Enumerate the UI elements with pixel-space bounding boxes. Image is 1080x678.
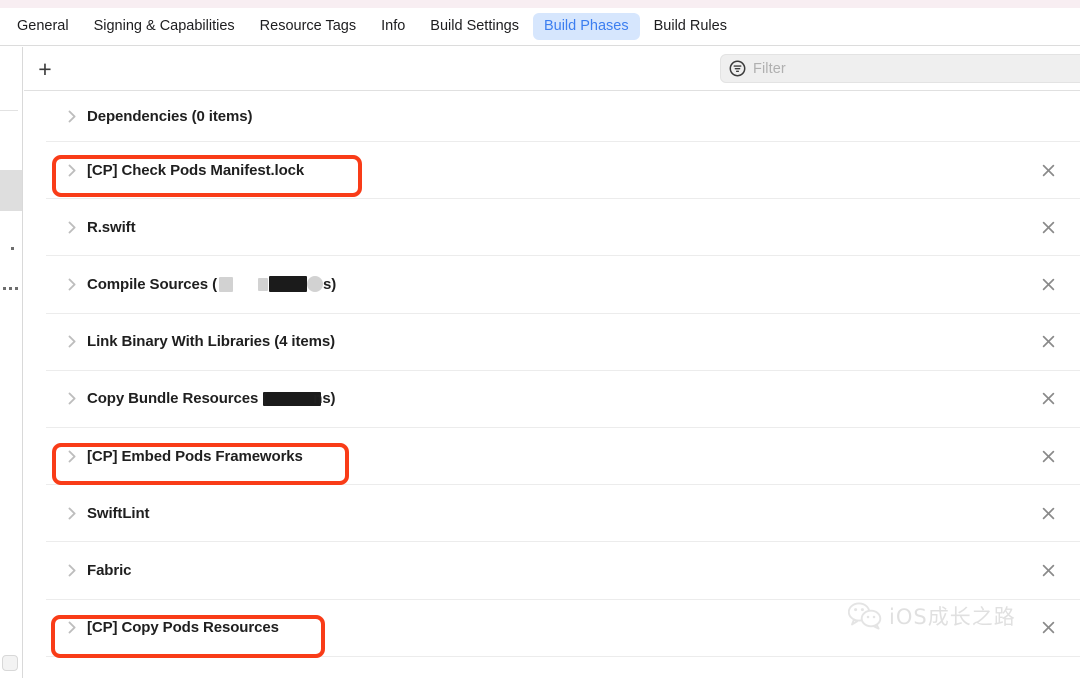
chevron-right-icon[interactable] [63, 450, 81, 463]
tab-info[interactable]: Info [370, 13, 416, 40]
target-editor-tabbar: General Signing & Capabilities Resource … [0, 8, 1080, 46]
project-navigator-gutter[interactable] [0, 47, 23, 678]
xcode-build-phases-screen: General Signing & Capabilities Resource … [0, 0, 1080, 678]
redaction-block [307, 276, 323, 293]
remove-phase-button[interactable] [1040, 448, 1056, 464]
phase-label: [CP] Copy Pods Resources [87, 619, 279, 637]
phase-label: Fabric [87, 561, 132, 579]
phase-row-swiftlint[interactable]: SwiftLint [46, 485, 1080, 543]
phase-label: Dependencies (0 items) [87, 107, 253, 125]
redaction-block [269, 276, 307, 293]
phase-label-suffix: ns) [313, 390, 336, 408]
navigator-text-fragment [11, 247, 14, 250]
chevron-right-icon[interactable] [63, 621, 81, 634]
redaction-block [219, 276, 233, 292]
phase-row-copy-bundle-resources[interactable]: Copy Bundle Resources ( ns) [46, 371, 1080, 428]
tab-signing-capabilities[interactable]: Signing & Capabilities [83, 13, 246, 40]
build-phases-pane: + Filter Dependencies (0 items) [CP] Che… [24, 47, 1080, 678]
redaction-block [258, 277, 268, 291]
filter-placeholder: Filter [753, 60, 786, 77]
remove-phase-button[interactable] [1040, 276, 1056, 292]
phase-row-copy-pods-resources[interactable]: [CP] Copy Pods Resources [46, 600, 1080, 657]
chevron-right-icon[interactable] [63, 564, 81, 577]
navigator-text-fragment [9, 287, 12, 290]
add-build-phase-button[interactable]: + [33, 57, 57, 81]
chevron-right-icon[interactable] [63, 164, 81, 177]
filter-field[interactable]: Filter [720, 54, 1080, 83]
phase-row-fabric[interactable]: Fabric [46, 542, 1080, 600]
phase-label: [CP] Embed Pods Frameworks [87, 447, 303, 465]
tab-build-settings[interactable]: Build Settings [419, 13, 530, 40]
window-chrome-strip [0, 0, 1080, 8]
tab-build-phases[interactable]: Build Phases [532, 13, 640, 40]
chevron-right-icon[interactable] [63, 278, 81, 291]
phase-label: Link Binary With Libraries (4 items) [87, 333, 335, 351]
filter-icon [729, 60, 746, 77]
phase-label: SwiftLint [87, 504, 150, 522]
chevron-right-icon[interactable] [63, 335, 81, 348]
navigator-selected-row[interactable] [0, 170, 22, 211]
remove-phase-button[interactable] [1040, 334, 1056, 350]
phase-label: R.swift [87, 218, 136, 236]
navigator-text-fragment [3, 287, 6, 290]
remove-phase-button[interactable] [1040, 620, 1056, 636]
chevron-right-icon[interactable] [63, 392, 81, 405]
chevron-right-icon[interactable] [63, 110, 81, 123]
phase-label: Compile Sources ( [87, 275, 217, 293]
navigator-text-fragment [15, 287, 18, 290]
remove-phase-button[interactable] [1040, 391, 1056, 407]
phase-label: [CP] Check Pods Manifest.lock [87, 161, 305, 179]
chevron-right-icon[interactable] [63, 507, 81, 520]
phase-row-check-pods-manifest-lock[interactable]: [CP] Check Pods Manifest.lock [46, 142, 1080, 200]
chevron-right-icon[interactable] [63, 221, 81, 234]
remove-phase-button[interactable] [1040, 562, 1056, 578]
remove-phase-button[interactable] [1040, 505, 1056, 521]
tab-resource-tags[interactable]: Resource Tags [249, 13, 367, 40]
tab-build-rules[interactable]: Build Rules [643, 13, 738, 40]
phase-row-dependencies[interactable]: Dependencies (0 items) [46, 91, 1080, 142]
phase-label: Copy Bundle Resources ( [87, 390, 268, 408]
phase-row-rswift[interactable]: R.swift [46, 199, 1080, 257]
scrollbar-thumb[interactable] [2, 655, 18, 671]
gutter-divider [0, 110, 18, 111]
phase-row-link-binary-with-libraries[interactable]: Link Binary With Libraries (4 items) [46, 314, 1080, 371]
phase-row-compile-sources[interactable]: Compile Sources ( s) [46, 256, 1080, 314]
tab-general[interactable]: General [6, 13, 80, 40]
phase-row-embed-pods-frameworks[interactable]: [CP] Embed Pods Frameworks [46, 428, 1080, 486]
build-phase-list: Dependencies (0 items) [CP] Check Pods M… [24, 91, 1080, 657]
remove-phase-button[interactable] [1040, 162, 1056, 178]
build-phases-toolbar: + Filter [24, 47, 1080, 91]
phase-label-suffix: s) [323, 275, 337, 293]
remove-phase-button[interactable] [1040, 219, 1056, 235]
